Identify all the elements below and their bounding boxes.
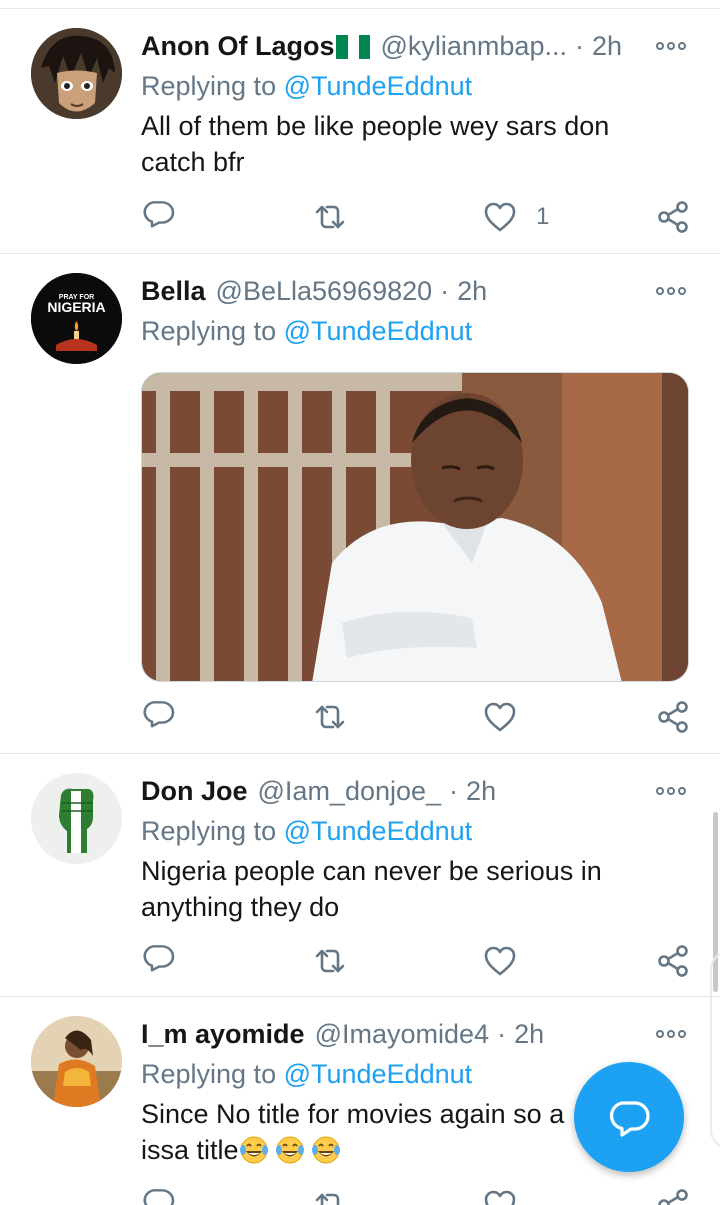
replying-to-label: Replying to xyxy=(141,316,277,346)
user-handle[interactable]: @kylianmbap... xyxy=(380,31,566,62)
tweet-text-line-2: issa title xyxy=(141,1132,591,1168)
face-with-tears-of-joy-icon xyxy=(311,1135,341,1165)
tweet-header: Bella @BeLla56969820 · 2h xyxy=(141,274,650,308)
more-options-icon[interactable] xyxy=(656,36,688,56)
like-icon[interactable] xyxy=(482,199,518,235)
tweet-don-joe[interactable]: Don Joe @Iam_donjoe_ · 2h Replying to @T… xyxy=(0,754,720,997)
replying-to-label: Replying to xyxy=(141,1059,277,1089)
mention-link[interactable]: @TundeEddnut xyxy=(284,1059,473,1089)
tweet-actions xyxy=(0,1187,720,1205)
person-photo-avatar-icon xyxy=(31,1016,122,1107)
timestamp[interactable]: 2h xyxy=(457,276,487,307)
tweet-actions xyxy=(0,943,720,979)
like-icon[interactable] xyxy=(482,1187,518,1205)
more-options-icon[interactable] xyxy=(656,781,688,801)
mention-link[interactable]: @TundeEddnut xyxy=(284,71,473,101)
raised-fist-nigeria-avatar-icon xyxy=(31,773,122,864)
timestamp[interactable]: 2h xyxy=(514,1019,544,1050)
man-in-white-shirt-photo-icon xyxy=(142,373,688,681)
share-icon[interactable] xyxy=(655,1187,691,1205)
face-with-tears-of-joy-icon xyxy=(239,1135,269,1165)
tweet-text-line: anything they do xyxy=(141,892,340,922)
separator-dot: · xyxy=(497,1018,507,1049)
replying-to: Replying to @TundeEddnut xyxy=(141,816,472,847)
display-name[interactable]: Bella xyxy=(141,276,206,307)
compose-reply-icon xyxy=(609,1101,650,1137)
avatar[interactable] xyxy=(31,773,122,864)
like-count: 1 xyxy=(536,203,550,230)
tweet-actions xyxy=(0,699,720,735)
tweet-text: Nigeria people can never be serious in a… xyxy=(141,853,661,925)
reply-feed: Anon Of Lagos @kylianmbap... · 2h Replyi… xyxy=(0,0,720,1205)
tweet-media-image[interactable] xyxy=(141,372,689,682)
display-name[interactable]: I_m ayomide xyxy=(141,1019,305,1050)
tweet-text: Since No title for movies again so a iss… xyxy=(141,1096,591,1168)
reply-icon[interactable] xyxy=(140,1187,176,1205)
replying-to-label: Replying to xyxy=(141,816,277,846)
tweet-text: All of them be like people wey sars don … xyxy=(141,111,610,177)
retweet-icon[interactable] xyxy=(312,699,348,735)
compose-reply-button[interactable] xyxy=(574,1062,684,1172)
reply-icon[interactable] xyxy=(140,699,176,735)
reply-icon[interactable] xyxy=(140,199,176,235)
tweet-actions: 1 xyxy=(0,199,720,235)
more-options-icon[interactable] xyxy=(656,281,688,301)
avatar[interactable] xyxy=(31,28,122,119)
tweet-bella[interactable]: PRAY FOR NIGERIA Bella @BeLla56969820 · … xyxy=(0,254,720,754)
mention-link[interactable]: @TundeEddnut xyxy=(284,816,473,846)
pray-for-nigeria-avatar-icon: PRAY FOR NIGERIA xyxy=(31,273,122,364)
tweet-header: Don Joe @Iam_donjoe_ · 2h xyxy=(141,774,650,808)
avatar[interactable] xyxy=(31,1016,122,1107)
share-icon[interactable] xyxy=(655,699,691,735)
replying-to: Replying to @TundeEddnut xyxy=(141,71,472,102)
tweet-text-line: issa title xyxy=(141,1135,239,1165)
screen-edge xyxy=(710,950,720,1150)
user-handle[interactable]: @Iam_donjoe_ xyxy=(258,776,442,807)
like-icon[interactable] xyxy=(482,943,518,979)
mention-link[interactable]: @TundeEddnut xyxy=(284,316,473,346)
anime-face-avatar-icon xyxy=(31,28,122,119)
face-with-tears-of-joy-icon xyxy=(275,1135,305,1165)
nigeria-flag-icon xyxy=(336,35,371,59)
retweet-icon[interactable] xyxy=(312,1187,348,1205)
replying-to: Replying to @TundeEddnut xyxy=(141,1059,472,1090)
avatar[interactable]: PRAY FOR NIGERIA xyxy=(31,273,122,364)
display-name[interactable]: Anon Of Lagos xyxy=(141,31,334,62)
avatar-text-main: NIGERIA xyxy=(47,299,105,315)
tweet-text-line: Nigeria people can never be serious in xyxy=(141,856,602,886)
replying-to-label: Replying to xyxy=(141,71,277,101)
replying-to: Replying to @TundeEddnut xyxy=(141,316,472,347)
user-handle[interactable]: @Imayomide4 xyxy=(315,1019,489,1050)
reply-icon[interactable] xyxy=(140,943,176,979)
tweet-header: I_m ayomide @Imayomide4 · 2h xyxy=(141,1017,650,1051)
tweet-header: Anon Of Lagos @kylianmbap... · 2h xyxy=(141,29,650,63)
separator-dot: · xyxy=(449,775,459,806)
separator-dot: · xyxy=(574,30,584,61)
share-icon[interactable] xyxy=(655,199,691,235)
share-icon[interactable] xyxy=(655,943,691,979)
tweet-anon-of-lagos[interactable]: Anon Of Lagos @kylianmbap... · 2h Replyi… xyxy=(0,9,720,254)
timestamp[interactable]: 2h xyxy=(592,31,622,62)
retweet-icon[interactable] xyxy=(312,943,348,979)
like-icon[interactable] xyxy=(482,699,518,735)
user-handle[interactable]: @BeLla56969820 xyxy=(216,276,433,307)
separator-dot: · xyxy=(440,275,450,306)
display-name[interactable]: Don Joe xyxy=(141,776,248,807)
more-options-icon[interactable] xyxy=(656,1024,688,1044)
retweet-icon[interactable] xyxy=(312,199,348,235)
tweet-text-line: Since No title for movies again so a xyxy=(141,1099,565,1129)
timestamp[interactable]: 2h xyxy=(466,776,496,807)
